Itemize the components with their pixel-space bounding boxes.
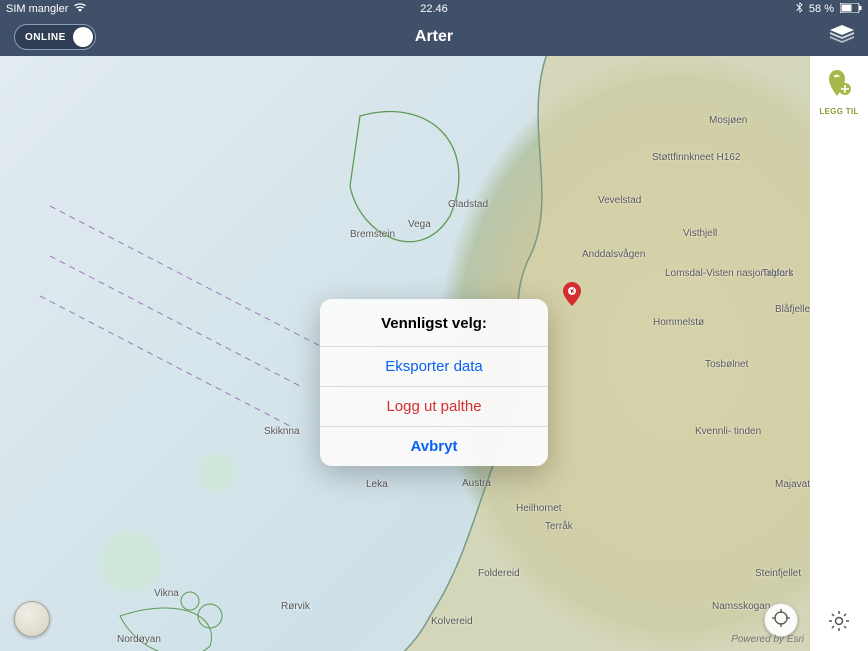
nav-bar: ONLINE Arter (0, 18, 868, 56)
add-label: LEGG TIL (819, 107, 858, 116)
add-marker-icon (826, 68, 852, 103)
export-data-button[interactable]: Eksporter data (320, 347, 548, 387)
side-panel: LEGG TIL (810, 56, 868, 651)
status-left: SIM mangler (6, 3, 86, 16)
logout-button[interactable]: Logg ut palthe (320, 387, 548, 427)
map-attribution: Powered by Esri (731, 634, 804, 645)
layers-icon[interactable] (830, 25, 854, 50)
map-marker[interactable] (563, 282, 581, 306)
battery-text: 58 % (809, 3, 834, 15)
toggle-label: ONLINE (25, 32, 66, 43)
status-time: 22.46 (420, 3, 448, 15)
wifi-icon (74, 3, 86, 16)
carrier-text: SIM mangler (6, 3, 68, 15)
status-bar: SIM mangler 22.46 58 % (0, 0, 868, 18)
cancel-button[interactable]: Avbryt (320, 427, 548, 466)
page-title: Arter (415, 28, 453, 46)
add-button[interactable]: LEGG TIL (819, 68, 858, 116)
locate-button[interactable] (764, 603, 798, 637)
battery-icon (840, 3, 862, 16)
settings-button[interactable] (828, 610, 850, 637)
compass-button[interactable] (14, 601, 50, 637)
crosshair-icon (772, 609, 790, 632)
dialog-title: Vennligst velg: (320, 299, 548, 347)
status-right: 58 % (796, 2, 862, 16)
online-toggle[interactable]: ONLINE (14, 24, 96, 50)
toggle-knob (73, 27, 93, 47)
map-area[interactable]: MosjøenStøttfinnkneet H162VevelstadGlads… (0, 56, 868, 651)
action-sheet: Vennligst velg: Eksporter data Logg ut p… (320, 299, 548, 466)
gear-icon (828, 619, 850, 636)
bluetooth-icon (796, 2, 803, 16)
